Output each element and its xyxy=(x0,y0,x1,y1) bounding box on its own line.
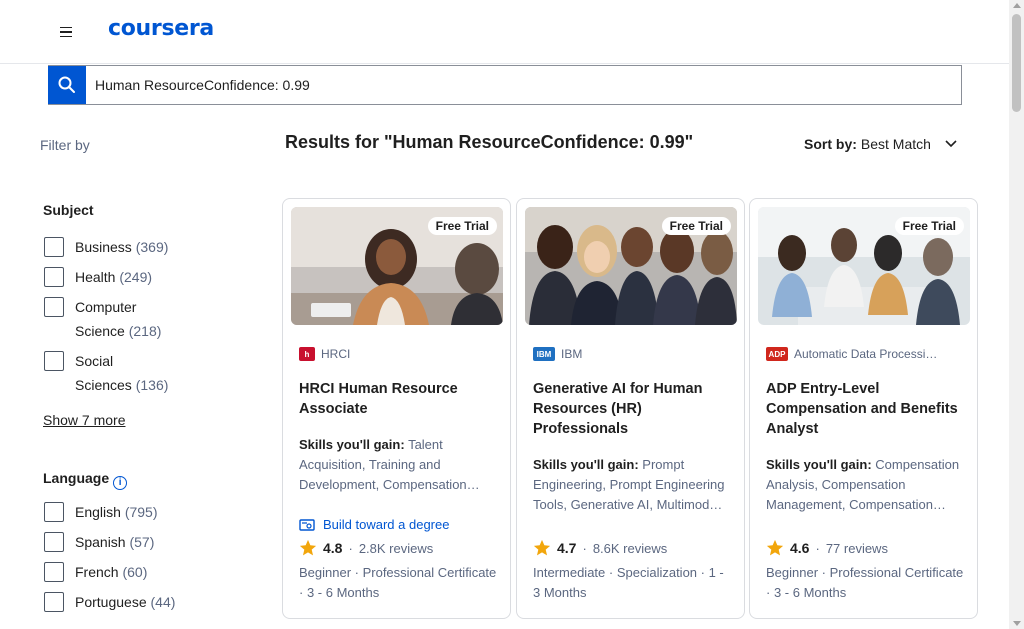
filter-count: (60) xyxy=(122,564,148,580)
skills: Skills you'll gain: Prompt Engineering, … xyxy=(533,455,733,515)
course-title[interactable]: ADP Entry-Level Compensation and Benefit… xyxy=(766,379,966,439)
search-icon xyxy=(58,76,75,93)
course-meta: Beginner · Professional Certificate · 3 … xyxy=(299,565,497,600)
rating: 4.8 · 2.8K reviews xyxy=(299,539,433,557)
info-icon[interactable]: i xyxy=(113,476,128,490)
degree-icon xyxy=(299,518,315,531)
filter-option-computer-science[interactable]: Computer Science (218) xyxy=(44,297,170,343)
free-trial-badge: Free Trial xyxy=(427,217,497,235)
search-input[interactable] xyxy=(95,77,915,93)
search-button[interactable] xyxy=(48,65,86,104)
filter-option-portuguese[interactable]: Portuguese (44) xyxy=(44,592,215,614)
checkbox[interactable] xyxy=(44,267,64,287)
skills: Skills you'll gain: Talent Acquisition, … xyxy=(299,435,499,495)
build-toward-degree: Build toward a degree xyxy=(299,517,449,532)
partner-name: IBM xyxy=(561,347,583,361)
partner-name: HRCI xyxy=(321,347,351,361)
review-count: 2.8K reviews xyxy=(358,540,434,556)
filter-label: Spanish xyxy=(75,534,126,550)
rating-value: 4.8 xyxy=(323,540,343,556)
free-trial-badge: Free Trial xyxy=(894,217,964,235)
language-filter-title: Language i xyxy=(43,470,128,490)
filter-count: (369) xyxy=(135,239,169,255)
filter-count: (136) xyxy=(135,377,169,393)
language-title-text: Language xyxy=(43,470,110,486)
hamburger-menu-icon[interactable] xyxy=(54,22,78,42)
checkbox[interactable] xyxy=(44,502,64,522)
star-icon xyxy=(299,539,317,556)
skills-label: Skills you'll gain: xyxy=(766,457,872,472)
checkbox[interactable] xyxy=(44,532,64,552)
filter-count: (249) xyxy=(119,269,153,285)
rating: 4.7 · 8.6K reviews xyxy=(533,539,667,557)
course-card[interactable]: Free Trial h HRCI HRCI Human Resource As… xyxy=(282,198,511,619)
course-thumbnail-image[interactable]: Free Trial xyxy=(758,207,970,325)
star-icon xyxy=(533,539,551,556)
sort-value: Best Match xyxy=(860,136,931,152)
rating-value: 4.7 xyxy=(557,540,577,556)
degree-text: Build toward a degree xyxy=(323,517,450,532)
filter-label: English xyxy=(75,504,121,520)
checkbox[interactable] xyxy=(44,297,64,317)
star-icon xyxy=(766,539,784,556)
filter-label: Business xyxy=(75,239,132,255)
filter-count: (218) xyxy=(128,323,162,339)
filter-label: Computer Science xyxy=(75,299,137,339)
review-count: 8.6K reviews xyxy=(592,540,668,556)
course-meta: Beginner · Professional Certificate · 3 … xyxy=(766,565,964,600)
checkbox[interactable] xyxy=(44,592,64,612)
filter-label: Social Sciences xyxy=(75,353,132,393)
filter-option-english[interactable]: English (795) xyxy=(44,502,195,524)
filter-label: Portuguese xyxy=(75,594,147,610)
filter-option-health[interactable]: Health (249) xyxy=(44,267,185,289)
course-card[interactable]: Free Trial IBM IBM Generative AI for Hum… xyxy=(516,198,745,619)
sort-dropdown[interactable]: Sort by: Best Match xyxy=(804,136,957,152)
free-trial-badge: Free Trial xyxy=(661,217,731,235)
search-bar xyxy=(48,65,962,105)
scroll-up-icon[interactable] xyxy=(1013,3,1021,8)
rating: 4.6 · 77 reviews xyxy=(766,539,888,557)
course-title[interactable]: HRCI Human Resource Associate xyxy=(299,379,499,419)
skills-label: Skills you'll gain: xyxy=(299,437,405,452)
partner: ADP Automatic Data Processi… xyxy=(766,347,937,361)
partner-logo-icon: ADP xyxy=(766,347,788,361)
filter-count: (57) xyxy=(129,534,155,550)
filter-option-social-sciences[interactable]: Social Sciences (136) xyxy=(44,351,170,397)
partner-name: Automatic Data Processi… xyxy=(794,347,938,361)
results-title: Results for "Human ResourceConfidence: 0… xyxy=(285,132,694,152)
sort-label: Sort by: xyxy=(804,136,857,152)
chevron-down-icon xyxy=(945,140,957,148)
scroll-down-icon[interactable] xyxy=(1013,621,1021,626)
filter-count: (44) xyxy=(150,594,176,610)
skills: Skills you'll gain: Compensation Analysi… xyxy=(766,455,966,515)
page-scrollbar[interactable] xyxy=(1009,0,1024,629)
course-thumbnail-image[interactable]: Free Trial xyxy=(525,207,737,325)
skills-label: Skills you'll gain: xyxy=(533,457,639,472)
filter-option-business[interactable]: Business (369) xyxy=(44,237,185,259)
show-more-subjects-link[interactable]: Show 7 more xyxy=(43,412,125,428)
course-meta: Intermediate · Specialization · 1 - 3 Mo… xyxy=(533,565,724,600)
filter-label: French xyxy=(75,564,119,580)
partner: h HRCI xyxy=(299,347,350,361)
checkbox[interactable] xyxy=(44,562,64,582)
checkbox[interactable] xyxy=(44,237,64,257)
course-card[interactable]: Free Trial ADP Automatic Data Processi… … xyxy=(749,198,978,619)
course-thumbnail-image[interactable]: Free Trial xyxy=(291,207,503,325)
rating-value: 4.6 xyxy=(790,540,810,556)
checkbox[interactable] xyxy=(44,351,64,371)
coursera-logo[interactable]: coursera xyxy=(108,16,214,41)
partner-logo-icon: IBM xyxy=(533,347,555,361)
scrollbar-thumb[interactable] xyxy=(1012,14,1021,112)
course-title[interactable]: Generative AI for Human Resources (HR) P… xyxy=(533,379,733,439)
subject-filter-title: Subject xyxy=(43,202,94,218)
filter-by-label: Filter by xyxy=(40,137,90,153)
filter-option-spanish[interactable]: Spanish (57) xyxy=(44,532,195,554)
filter-option-french[interactable]: French (60) xyxy=(44,562,195,584)
filter-label: Health xyxy=(75,269,116,285)
filter-count: (795) xyxy=(124,504,158,520)
partner-logo-icon: h xyxy=(299,347,315,361)
top-bar: coursera xyxy=(0,0,1024,64)
review-count: 77 reviews xyxy=(825,540,888,556)
partner: IBM IBM xyxy=(533,347,582,361)
